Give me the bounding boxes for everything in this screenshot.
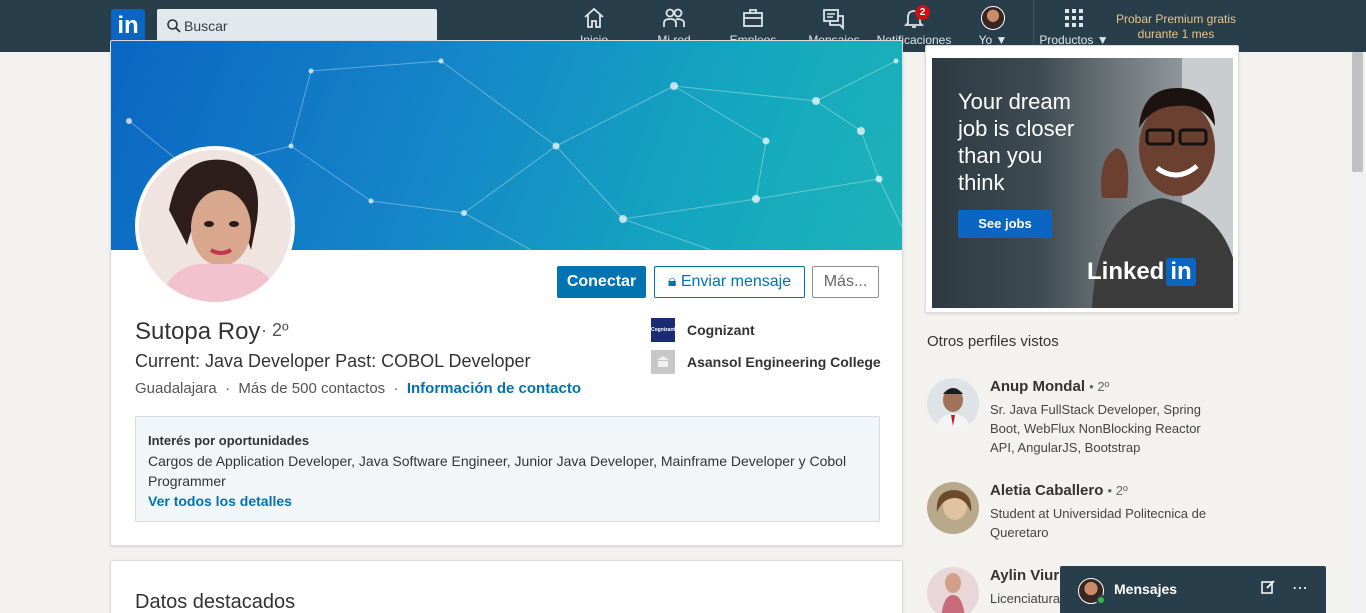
see-details-link[interactable]: Ver todos los detalles xyxy=(148,493,292,509)
lock-icon: 🔒︎ xyxy=(667,273,677,290)
briefcase-icon xyxy=(743,9,763,27)
person-description: Sr. Java FullStack Developer, Spring Boo… xyxy=(990,402,1201,455)
others-viewed-title: Otros perfiles vistos xyxy=(927,333,1059,350)
avatar xyxy=(927,482,979,534)
person-degree: • 2º xyxy=(1107,483,1128,498)
connection-degree: · 2º xyxy=(261,320,289,340)
premium-link[interactable]: Probar Premium gratis durante 1 mes xyxy=(1108,12,1244,42)
search-input[interactable] xyxy=(184,9,434,43)
premium-line1: Probar Premium gratis xyxy=(1115,12,1237,26)
job-ad[interactable]: Your dream job is closer than you think … xyxy=(932,58,1233,308)
ad-card[interactable]: Your dream job is closer than you think … xyxy=(925,45,1239,313)
home-icon xyxy=(584,7,604,28)
person-name-text: Anup Mondal xyxy=(990,378,1085,395)
list-item[interactable]: Anup Mondal • 2º Sr. Java FullStack Deve… xyxy=(927,378,1227,468)
person-name-text: Aylin Viur xyxy=(990,567,1060,584)
avatar xyxy=(927,378,979,430)
org-education-name: Asansol Engineering College xyxy=(687,354,881,370)
profile-card: Conectar 🔒︎ Enviar mensaje Más... Sutopa… xyxy=(110,40,903,546)
page-scrollbar[interactable] xyxy=(1349,52,1366,613)
opportunities-box: Interés por oportunidades Cargos de Appl… xyxy=(135,416,880,522)
avatar xyxy=(927,567,979,613)
contact-info-link[interactable]: Información de contacto xyxy=(407,380,581,397)
linkedin-ad-logo: Linked in xyxy=(1087,258,1196,286)
highlights-card: Datos destacados xyxy=(110,560,903,613)
person-degree: • 2º xyxy=(1089,379,1110,394)
person-name: Anup Mondal • 2º xyxy=(990,378,1109,395)
person-name: Aylin Viur xyxy=(990,567,1059,584)
send-message-button[interactable]: 🔒︎ Enviar mensaje xyxy=(654,266,805,298)
scrollbar-thumb[interactable] xyxy=(1352,52,1363,172)
premium-line2: durante 1 mes xyxy=(1137,27,1215,41)
profile-meta: Guadalajara · Más de 500 contactos · Inf… xyxy=(135,380,582,397)
list-item[interactable]: Aletia Caballero • 2º Student at Univers… xyxy=(927,482,1227,552)
opportunities-body: Cargos de Application Developer, Java So… xyxy=(148,453,847,489)
avatar xyxy=(981,6,1005,30)
profile-location: Guadalajara xyxy=(135,380,217,397)
network-icon xyxy=(663,8,685,27)
linkedin-logo[interactable]: in xyxy=(111,9,145,43)
grid-icon xyxy=(1065,9,1083,27)
cognizant-logo: Cognizant xyxy=(651,318,675,342)
profile-headline: Current: Java Developer Past: COBOL Deve… xyxy=(135,351,531,371)
nav-products[interactable]: Productos ▼ xyxy=(1036,6,1112,50)
connect-button[interactable]: Conectar xyxy=(557,266,646,298)
messaging-title: Mensajes xyxy=(1114,581,1178,597)
person-description: Student at Universidad Politecnica de Qu… xyxy=(990,506,1207,540)
more-button[interactable]: Más... xyxy=(812,266,879,298)
messaging-icon xyxy=(823,9,844,30)
send-message-label: Enviar mensaje xyxy=(680,273,792,290)
org-current-name: Cognizant xyxy=(687,322,755,338)
highlights-title: Datos destacados xyxy=(135,591,296,613)
person-name: Aletia Caballero • 2º xyxy=(990,482,1128,499)
profile-name: Sutopa Roy xyxy=(135,318,261,345)
more-options-icon[interactable]: ⋯ xyxy=(1290,579,1310,599)
profile-connections: Más de 500 contactos xyxy=(238,380,386,397)
nav-me[interactable]: Yo ▼ xyxy=(975,6,1011,50)
search-box[interactable] xyxy=(157,9,437,43)
profile-photo-image xyxy=(139,150,291,302)
profile-photo[interactable] xyxy=(135,146,295,306)
ad-headline: Your dream job is closer than you think xyxy=(958,89,1075,195)
online-status-icon xyxy=(1096,595,1106,605)
compose-icon[interactable] xyxy=(1258,579,1278,599)
school-icon xyxy=(651,350,675,374)
messaging-bar[interactable]: Mensajes ⋯ xyxy=(1060,566,1326,613)
see-jobs-button[interactable]: See jobs xyxy=(958,210,1052,238)
ad-brand-in: in xyxy=(1166,258,1196,286)
opportunities-title: Interés por oportunidades xyxy=(148,433,310,448)
ad-brand-text: Linked xyxy=(1087,258,1165,285)
person-name-text: Aletia Caballero xyxy=(990,482,1104,499)
notification-badge: 2 xyxy=(915,5,930,20)
search-icon xyxy=(167,19,181,33)
